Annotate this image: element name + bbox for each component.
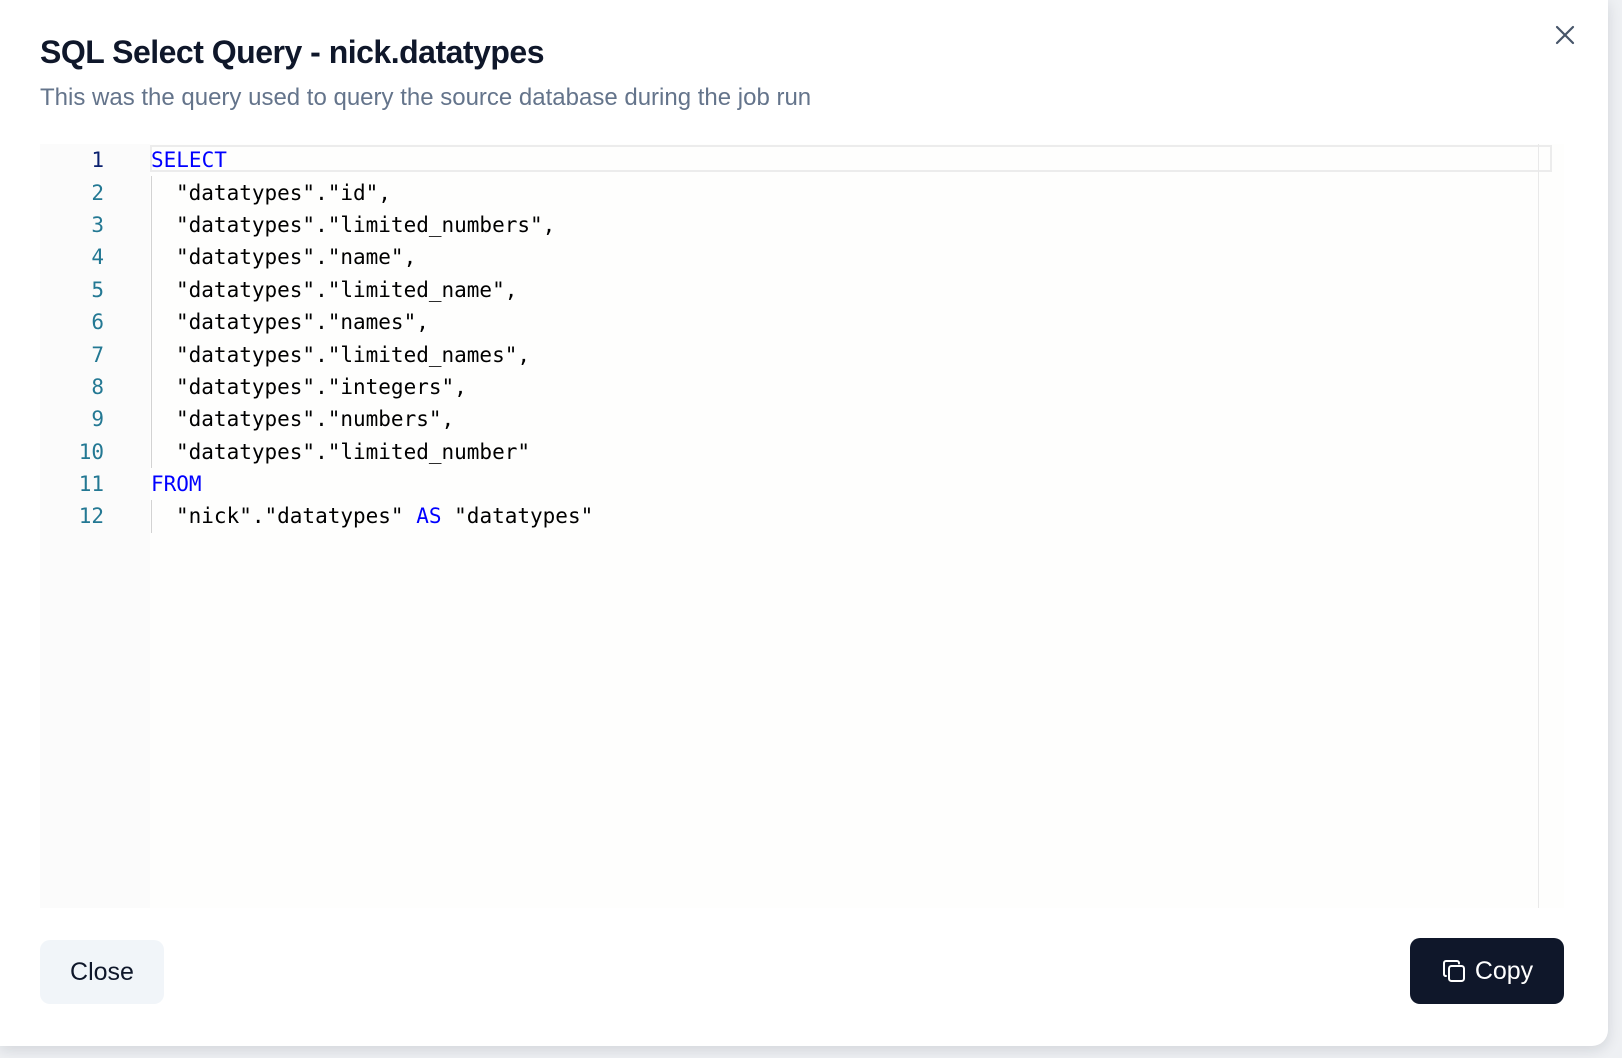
close-button[interactable]: Close xyxy=(40,940,164,1004)
line-number: 5 xyxy=(91,277,104,302)
code-text: "datatypes"."limited_numbers", xyxy=(176,213,555,237)
sql-token: "datatypes"."integers", xyxy=(176,374,467,399)
copy-icon xyxy=(1442,960,1465,982)
sql-token: "datatypes"."limited_name", xyxy=(176,277,518,302)
indent-guide xyxy=(151,305,152,339)
code-line: 1 SELECT xyxy=(40,144,227,176)
sql-keyword: SELECT xyxy=(151,148,227,173)
code-text: "nick"."datatypes" AS "datatypes" xyxy=(176,504,593,528)
code-line: 11 FROM xyxy=(40,468,202,500)
line-number: 7 xyxy=(91,342,104,367)
code-text: "datatypes"."numbers", xyxy=(176,407,454,431)
indent-guide xyxy=(151,208,152,242)
code-text: "datatypes"."integers", xyxy=(176,375,467,399)
copy-button[interactable]: Copy xyxy=(1410,938,1564,1004)
sql-token: "nick"."datatypes" xyxy=(176,504,417,529)
code-text: "datatypes"."limited_name", xyxy=(176,278,517,302)
sql-keyword: AS xyxy=(416,504,442,529)
indent-guide xyxy=(151,176,152,209)
code-line: 3 "datatypes"."limited_numbers", xyxy=(40,208,555,242)
code-text: "datatypes"."limited_number" xyxy=(176,440,530,464)
active-line-highlight xyxy=(150,145,1552,172)
indent-guide xyxy=(151,500,152,533)
line-number: 2 xyxy=(91,180,104,205)
line-number: 4 xyxy=(91,245,104,270)
dialog-title: SQL Select Query - nick.datatypes xyxy=(40,34,545,70)
code-text: FROM xyxy=(151,472,202,496)
line-number: 6 xyxy=(91,310,104,335)
close-icon[interactable] xyxy=(1550,20,1580,50)
line-number: 1 xyxy=(91,148,104,173)
code-line: 5 "datatypes"."limited_name", xyxy=(40,273,517,306)
line-number: 9 xyxy=(91,407,104,432)
code-text: "datatypes"."names", xyxy=(176,310,429,334)
editor-scrollbar-track[interactable] xyxy=(1538,144,1539,908)
code-text: "datatypes"."name", xyxy=(176,245,416,269)
line-number: 10 xyxy=(78,439,104,464)
sql-token: "datatypes"."names", xyxy=(176,310,429,335)
copy-button-label: Copy xyxy=(1474,956,1534,985)
line-number: 3 xyxy=(91,212,104,237)
sql-query-dialog: SQL Select Query - nick.datatypes This w… xyxy=(0,0,1608,1046)
indent-guide xyxy=(151,435,152,468)
code-text: "datatypes"."id", xyxy=(176,181,391,205)
dialog-subtitle: This was the query used to query the sou… xyxy=(40,84,812,111)
code-line: 4 "datatypes"."name", xyxy=(40,241,416,274)
code-text: SELECT xyxy=(151,148,227,172)
code-line: 2 "datatypes"."id", xyxy=(40,176,391,209)
code-line: 9 "datatypes"."numbers", xyxy=(40,403,454,436)
line-number: 8 xyxy=(91,374,104,399)
indent-guide xyxy=(151,370,152,404)
sql-token: "datatypes"."limited_number" xyxy=(176,439,531,464)
line-number: 11 xyxy=(78,472,104,497)
code-lines: 1 SELECT 2 "datatypes"."id", 3 "datatypes"."l… xyxy=(40,144,593,533)
line-number: 12 xyxy=(78,504,104,529)
sql-token: "datatypes"."numbers", xyxy=(176,407,455,432)
indent-guide xyxy=(151,273,152,306)
indent-guide xyxy=(151,403,152,436)
sql-code-editor[interactable]: 1 SELECT 2 "datatypes"."id", 3 "datatypes"."l… xyxy=(40,144,1564,908)
code-text: "datatypes"."limited_names", xyxy=(176,343,530,367)
sql-token: "datatypes" xyxy=(441,504,594,529)
indent-guide xyxy=(151,338,152,371)
code-line: 12 "nick"."datatypes" AS "datatypes" xyxy=(40,500,593,533)
code-line: 8 "datatypes"."integers", xyxy=(40,370,467,404)
sql-token: "datatypes"."id", xyxy=(176,180,391,205)
code-line: 7 "datatypes"."limited_names", xyxy=(40,338,530,371)
sql-keyword: FROM xyxy=(151,472,202,497)
sql-token: "datatypes"."limited_names", xyxy=(176,342,531,367)
code-line: 10 "datatypes"."limited_number" xyxy=(40,435,530,468)
sql-token: "datatypes"."name", xyxy=(176,245,417,270)
sql-token: "datatypes"."limited_numbers", xyxy=(176,212,556,237)
indent-guide xyxy=(151,241,152,274)
x-icon xyxy=(1555,25,1575,45)
code-line: 6 "datatypes"."names", xyxy=(40,305,429,339)
